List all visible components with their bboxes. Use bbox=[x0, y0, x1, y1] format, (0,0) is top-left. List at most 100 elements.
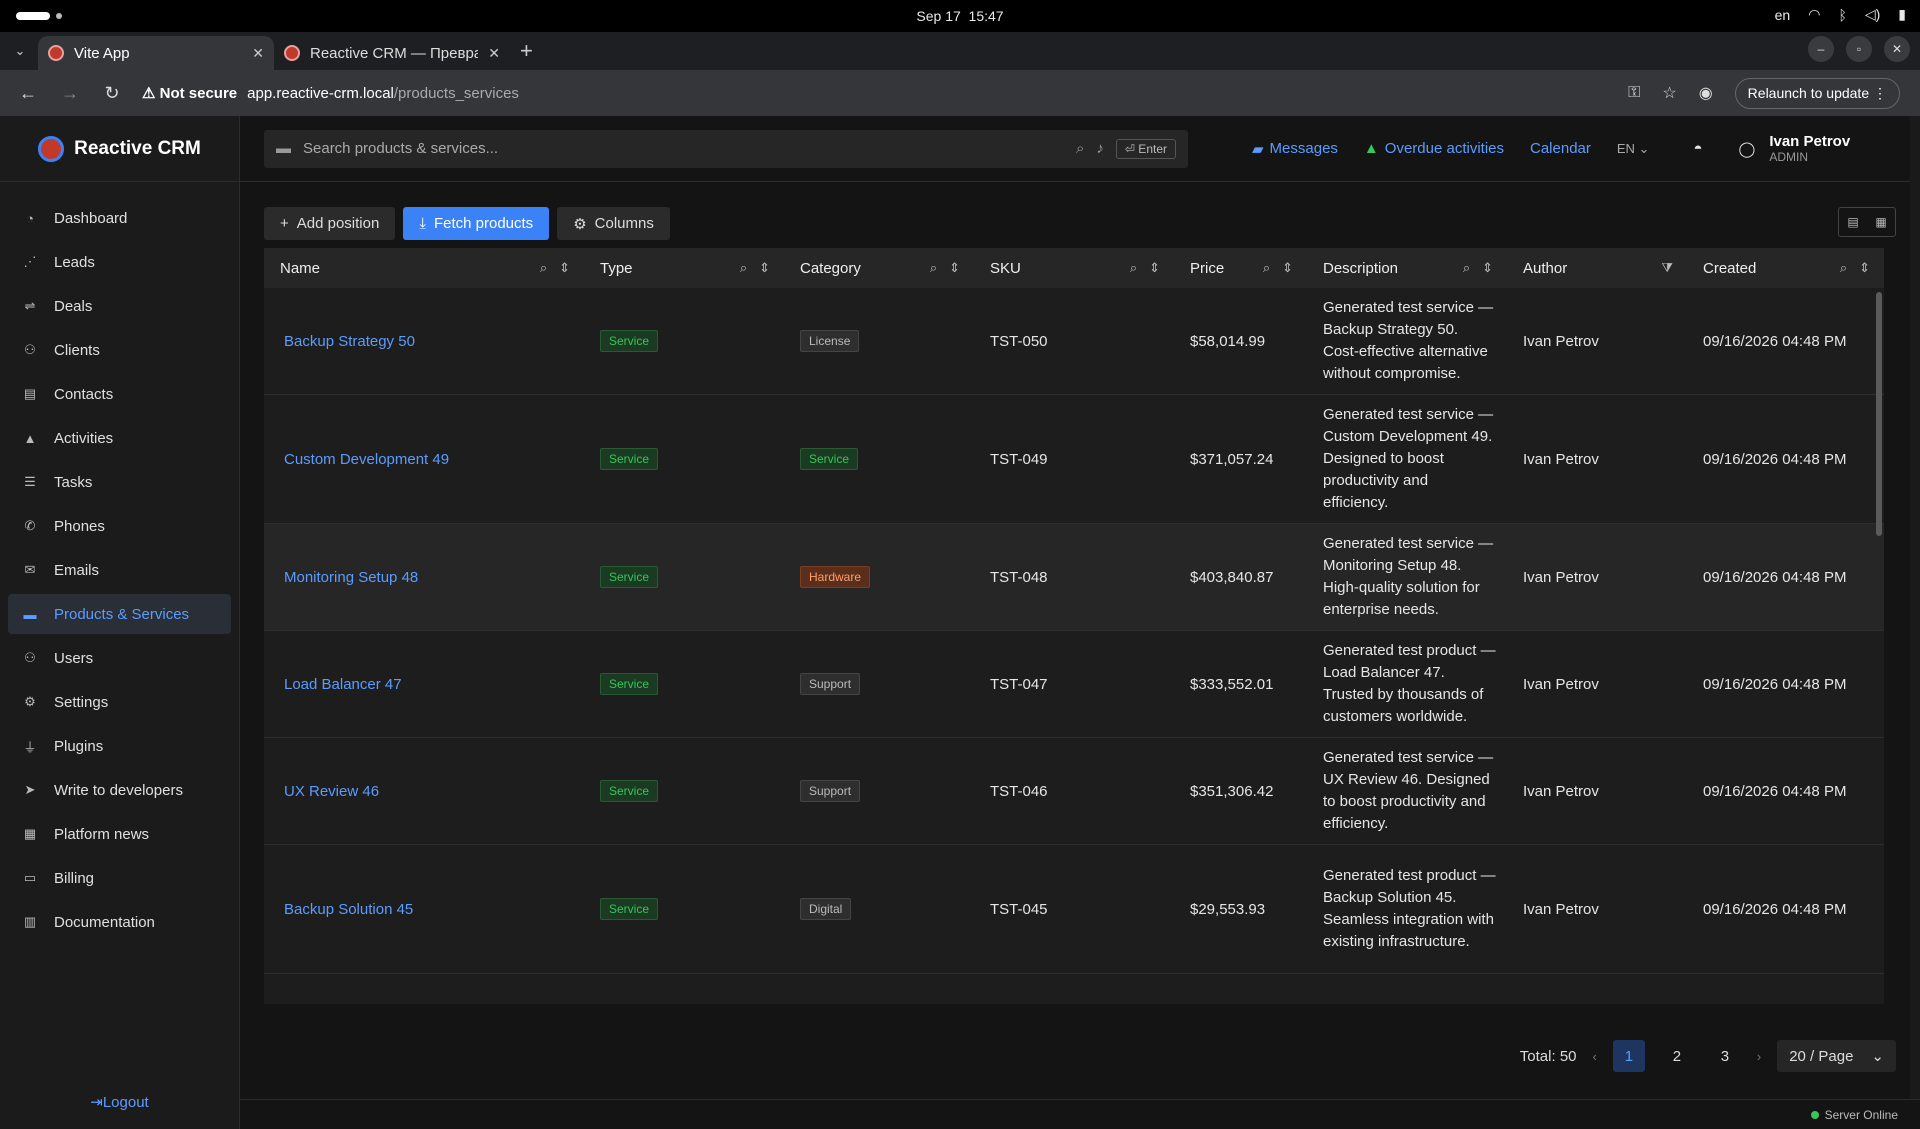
logout-button[interactable]: ⇥Logout bbox=[0, 1093, 239, 1111]
calendar-link[interactable]: Calendar bbox=[1530, 140, 1591, 157]
page-size-select[interactable]: 20 / Page ⌄ bbox=[1777, 1040, 1896, 1072]
sidebar-item-clients[interactable]: ⚇ Clients bbox=[8, 330, 231, 370]
sidebar-item-platform-news[interactable]: ▦ Platform news bbox=[8, 814, 231, 854]
wifi-icon[interactable]: ◠ bbox=[1808, 6, 1820, 23]
sidebar-item-plugins[interactable]: ⏚ Plugins bbox=[8, 726, 231, 766]
overdue-activities-link[interactable]: ▲ Overdue activities bbox=[1364, 140, 1504, 157]
sidebar-item-products-services[interactable]: ▬ Products & Services bbox=[8, 594, 231, 634]
column-header-type[interactable]: Type ⌕ ⇕ bbox=[584, 248, 784, 288]
add-position-button[interactable]: + Add position bbox=[264, 207, 396, 240]
sort-icon[interactable]: ⇕ bbox=[1149, 260, 1160, 276]
browser-tab-vite[interactable]: Vite App ✕ bbox=[38, 36, 274, 70]
columns-button[interactable]: ⚙ Columns bbox=[557, 207, 670, 240]
product-name-link[interactable]: Load Balancer 47 bbox=[284, 676, 402, 693]
search-icon[interactable]: ⌕ bbox=[1130, 260, 1137, 276]
microphone-icon[interactable]: ♪ bbox=[1096, 140, 1104, 157]
column-header-category[interactable]: Category ⌕ ⇕ bbox=[784, 248, 974, 288]
sort-icon[interactable]: ⇕ bbox=[559, 260, 570, 276]
product-name-link[interactable]: UX Review 46 bbox=[284, 783, 379, 800]
product-name-link[interactable]: Custom Development 49 bbox=[284, 451, 449, 468]
column-header-author[interactable]: Author ⧩ bbox=[1507, 248, 1687, 288]
page-1[interactable]: 1 bbox=[1612, 1040, 1645, 1072]
volume-icon[interactable]: ◁) bbox=[1865, 6, 1880, 23]
battery-icon[interactable]: ▮ bbox=[1898, 6, 1906, 23]
table-row[interactable]: Backup Strategy 50 Service License TST-050 $… bbox=[264, 288, 1884, 395]
filter-icon[interactable]: ⧩ bbox=[1661, 260, 1673, 276]
sidebar-item-tasks[interactable]: ☰ Tasks bbox=[8, 462, 231, 502]
product-name-link[interactable]: Backup Strategy 50 bbox=[284, 333, 415, 350]
relaunch-button[interactable]: Relaunch to update ⋮ bbox=[1734, 77, 1900, 109]
table-row[interactable]: Backup Solution 45 Service Digital TST-045 $… bbox=[264, 845, 1884, 974]
sidebar-item-dashboard[interactable]: ◔ Dashboard bbox=[8, 198, 231, 238]
list-view-icon[interactable]: ▤ bbox=[1839, 208, 1867, 236]
close-tab-icon[interactable]: ✕ bbox=[252, 45, 264, 62]
search-icon[interactable]: ⌕ bbox=[930, 260, 937, 276]
forward-button[interactable]: → bbox=[52, 75, 88, 111]
sidebar-item-billing[interactable]: ▭ Billing bbox=[8, 858, 231, 898]
reload-button[interactable]: ↻ bbox=[94, 75, 130, 111]
fetch-products-button[interactable]: ⤓ Fetch products bbox=[403, 207, 550, 240]
sidebar-item-write-to-developers[interactable]: ➤ Write to developers bbox=[8, 770, 231, 810]
not-secure-indicator[interactable]: ⚠ Not secure bbox=[142, 84, 237, 102]
table-scrollbar[interactable] bbox=[1876, 292, 1882, 536]
sort-icon[interactable]: ⇕ bbox=[949, 260, 960, 276]
minimize-button[interactable]: – bbox=[1808, 36, 1834, 62]
key-icon[interactable]: ⚿ bbox=[1628, 84, 1640, 102]
sidebar-item-phones[interactable]: ✆ Phones bbox=[8, 506, 231, 546]
sidebar-item-settings[interactable]: ⚙ Settings bbox=[8, 682, 231, 722]
language-select[interactable]: EN ⌄ bbox=[1617, 141, 1650, 157]
profile-icon[interactable]: ◉ bbox=[1699, 83, 1713, 103]
search-input[interactable]: Search products & services... bbox=[303, 140, 1064, 157]
back-button[interactable]: ← bbox=[10, 75, 46, 111]
sidebar-item-leads[interactable]: ⋰ Leads bbox=[8, 242, 231, 282]
page-scrollbar[interactable] bbox=[1910, 116, 1920, 1099]
search-icon[interactable]: ⌕ bbox=[740, 260, 747, 276]
keyboard-layout[interactable]: en bbox=[1775, 7, 1791, 23]
table-row[interactable]: Load Balancer 47 Service Support TST-047 $33… bbox=[264, 631, 1884, 738]
product-name-link[interactable]: Monitoring Setup 48 bbox=[284, 569, 418, 586]
messages-link[interactable]: ▰ Messages bbox=[1252, 140, 1338, 158]
sidebar-item-activities[interactable]: ▲ Activities bbox=[8, 418, 231, 458]
search-bar[interactable]: ▬ Search products & services... ⌕ ♪ ⏎ En… bbox=[264, 129, 1188, 168]
next-page-button[interactable]: › bbox=[1757, 1049, 1761, 1064]
sort-icon[interactable]: ⇕ bbox=[1282, 260, 1293, 276]
new-tab-button[interactable]: + bbox=[520, 38, 533, 64]
sort-icon[interactable]: ⇕ bbox=[759, 260, 770, 276]
close-tab-icon[interactable]: ✕ bbox=[488, 45, 500, 62]
user-menu[interactable]: ◯ Ivan Petrov ADMIN bbox=[1739, 133, 1851, 164]
page-3[interactable]: 3 bbox=[1709, 1040, 1741, 1072]
sidebar-item-emails[interactable]: ✉ Emails bbox=[8, 550, 231, 590]
sidebar-item-documentation[interactable]: ▥ Documentation bbox=[8, 902, 231, 942]
table-row[interactable]: Custom Development 49 Service Service TST-0… bbox=[264, 395, 1884, 524]
table-row[interactable]: UX Review 46 Service Support TST-046 $351,30… bbox=[264, 738, 1884, 845]
column-header-sku[interactable]: SKU ⌕ ⇕ bbox=[974, 248, 1174, 288]
column-header-created[interactable]: Created ⌕ ⇕ bbox=[1687, 248, 1884, 288]
close-window-button[interactable]: ✕ bbox=[1884, 36, 1910, 62]
tab-search-button[interactable]: ⌄ bbox=[6, 37, 34, 65]
bookmark-star-icon[interactable]: ☆ bbox=[1662, 83, 1676, 103]
column-header-description[interactable]: Description ⌕ ⇕ bbox=[1307, 248, 1507, 288]
table-row[interactable]: Consulting Package 44ServiceMaintenanceT… bbox=[264, 974, 1884, 1004]
column-header-name[interactable]: Name ⌕ ⇕ bbox=[264, 248, 584, 288]
prev-page-button[interactable]: ‹ bbox=[1593, 1049, 1597, 1064]
page-2[interactable]: 2 bbox=[1661, 1040, 1693, 1072]
ghost-icon[interactable]: ◓ bbox=[1693, 140, 1702, 157]
search-icon[interactable]: ⌕ bbox=[540, 260, 547, 276]
url-field[interactable]: ⚠ Not secure app.reactive-crm.local/prod… bbox=[136, 75, 1622, 111]
search-icon[interactable]: ⌕ bbox=[1076, 140, 1084, 157]
search-icon[interactable]: ⌕ bbox=[1263, 260, 1270, 276]
sidebar-item-deals[interactable]: ⇌ Deals bbox=[8, 286, 231, 326]
search-icon[interactable]: ⌕ bbox=[1463, 260, 1470, 276]
sort-icon[interactable]: ⇕ bbox=[1859, 260, 1870, 276]
app-logo[interactable]: Reactive CRM bbox=[0, 116, 239, 182]
browser-tab-crm[interactable]: Reactive CRM — Превра ✕ bbox=[274, 36, 510, 70]
product-name-link[interactable]: Backup Solution 45 bbox=[284, 901, 413, 918]
maximize-button[interactable]: ▫ bbox=[1846, 36, 1872, 62]
system-clock[interactable]: Sep 17 15:47 bbox=[0, 8, 1920, 24]
bluetooth-icon[interactable]: ᛒ bbox=[1838, 7, 1846, 23]
sidebar-item-contacts[interactable]: ▤ Contacts bbox=[8, 374, 231, 414]
column-header-price[interactable]: Price ⌕ ⇕ bbox=[1174, 248, 1307, 288]
grid-view-icon[interactable]: ▦ bbox=[1867, 208, 1895, 236]
search-icon[interactable]: ⌕ bbox=[1840, 260, 1847, 276]
sidebar-item-users[interactable]: ⚇ Users bbox=[8, 638, 231, 678]
